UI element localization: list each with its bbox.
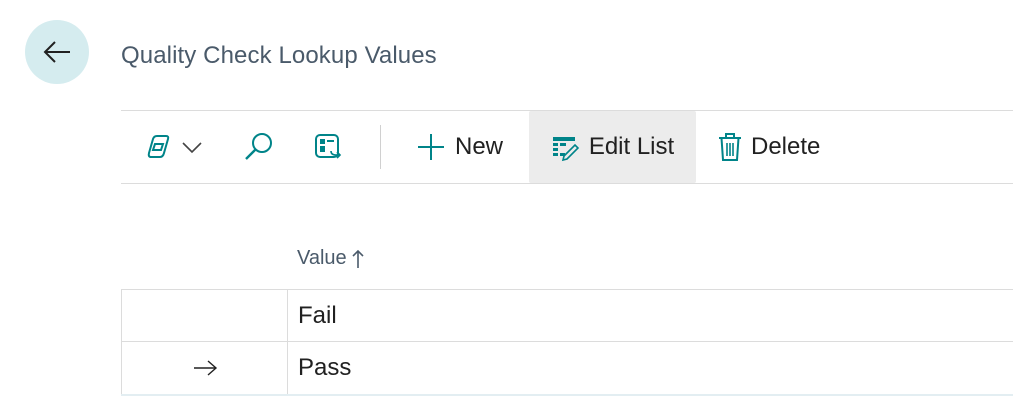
search-button[interactable] xyxy=(242,111,276,183)
new-button-label: New xyxy=(455,133,504,160)
value-cell[interactable]: Pass xyxy=(298,342,351,394)
delete-button[interactable]: Delete xyxy=(717,111,820,183)
row-selector[interactable] xyxy=(121,342,288,394)
filter-pane-icon xyxy=(315,134,342,159)
table-row[interactable]: Pass xyxy=(121,341,1013,396)
copilot-button[interactable] xyxy=(143,111,205,183)
sort-ascending-icon xyxy=(352,249,364,268)
chevron-down-icon xyxy=(182,142,202,154)
action-bar: New Edit List Delete xyxy=(121,110,1013,184)
page: Quality Check Lookup Values New Edit Lis… xyxy=(0,0,1013,397)
column-header-value[interactable]: Value xyxy=(297,247,365,270)
delete-button-label: Delete xyxy=(751,133,821,160)
edit-list-icon xyxy=(552,137,579,162)
table-row[interactable]: Fail xyxy=(121,289,1013,342)
search-icon xyxy=(245,133,272,160)
trash-icon xyxy=(719,133,741,161)
lookup-values-list: Fail Pass xyxy=(121,289,1013,397)
row-selector[interactable] xyxy=(121,290,288,342)
copilot-icon xyxy=(147,135,170,158)
new-button[interactable]: New xyxy=(415,111,503,183)
filter-pane-button[interactable] xyxy=(313,111,343,183)
column-header-label: Value xyxy=(297,247,347,269)
edit-list-button-label: Edit List xyxy=(588,133,675,160)
back-button[interactable] xyxy=(25,20,89,84)
plus-icon xyxy=(418,134,444,160)
arrow-left-icon xyxy=(43,41,70,63)
edit-list-button[interactable]: Edit List xyxy=(529,111,696,183)
page-title: Quality Check Lookup Values xyxy=(121,42,437,69)
arrow-right-icon xyxy=(193,360,217,376)
toolbar-separator xyxy=(380,125,381,169)
value-cell[interactable]: Fail xyxy=(298,290,337,342)
